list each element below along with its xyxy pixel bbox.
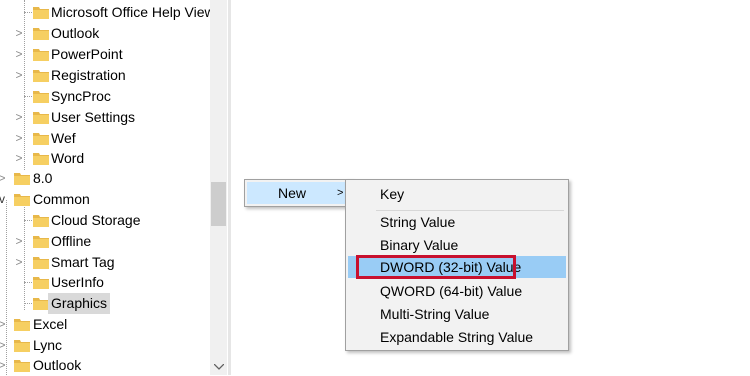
submenu-arrow-icon: > (337, 187, 344, 199)
tree-item-label: SyncProc (51, 88, 111, 104)
chevron-right-icon[interactable]: > (0, 168, 7, 189)
tree-guide-line (24, 200, 25, 310)
tree-item-label: Lync (33, 337, 63, 353)
folder-icon (33, 48, 49, 61)
menu-item-qword-value[interactable]: QWORD (64-bit) Value (348, 280, 566, 302)
chevron-right-icon[interactable]: > (0, 314, 7, 335)
menu-item-expandable-string-value[interactable]: Expandable String Value (348, 326, 566, 348)
menu-item-new[interactable]: New > (247, 182, 350, 204)
tree-item-label: Smart Tag (51, 254, 115, 270)
registry-tree: Microsoft Office Help View > Outlook > P… (0, 0, 210, 375)
folder-icon (14, 359, 30, 372)
menu-item-label: QWORD (64-bit) Value (380, 283, 523, 299)
tree-item-label: 8.0 (33, 170, 53, 186)
tree-guide-line (24, 0, 25, 170)
tree-item-label: Word (51, 150, 85, 166)
menu-item-label: Binary Value (380, 237, 459, 253)
menu-item-label: Key (380, 186, 405, 202)
tree-item-label: Excel (33, 316, 68, 332)
chevron-right-icon[interactable]: > (14, 231, 24, 252)
tree-item-label: User Settings (51, 109, 136, 125)
scroll-down-arrow-icon[interactable] (210, 358, 227, 375)
chevron-right-icon[interactable]: > (0, 335, 7, 356)
tree-scrollbar[interactable] (210, 0, 227, 375)
tree-item-label: UserInfo (51, 274, 104, 290)
folder-open-icon (14, 193, 30, 206)
menu-item-label: New (278, 185, 307, 201)
menu-item-string-value[interactable]: String Value (348, 211, 566, 233)
tree-item-label: Wef (51, 130, 76, 146)
tree-item-label: Offline (51, 233, 92, 249)
chevron-right-icon[interactable]: > (0, 355, 7, 375)
menu-item-binary-value[interactable]: Binary Value (348, 234, 566, 256)
folder-icon (14, 318, 30, 331)
tree-item-label: Outlook (51, 25, 100, 41)
tree-item-label: Cloud Storage (51, 212, 141, 228)
folder-icon (33, 256, 49, 269)
folder-icon (33, 69, 49, 82)
scrollbar-thumb[interactable] (211, 182, 226, 226)
chevron-right-icon[interactable]: > (14, 65, 24, 86)
tree-item-label: Microsoft Office Help View (51, 4, 210, 20)
menu-item-label: Expandable String Value (380, 329, 534, 345)
chevron-right-icon[interactable]: > (14, 44, 24, 65)
context-menu: New > (244, 179, 353, 207)
menu-item-key[interactable]: Key (348, 183, 566, 205)
folder-icon (33, 27, 49, 40)
tree-item-label: Common (33, 191, 90, 207)
chevron-right-icon[interactable]: > (14, 252, 24, 273)
chevron-right-icon[interactable]: > (14, 148, 24, 169)
chevron-right-icon[interactable]: > (14, 107, 24, 128)
tree-item-label: Graphics (48, 293, 111, 314)
folder-icon (33, 132, 49, 145)
folder-icon (33, 214, 49, 227)
folder-icon (33, 276, 49, 289)
folder-icon (33, 297, 49, 310)
menu-item-multi-string-value[interactable]: Multi-String Value (348, 303, 566, 325)
tree-item-label: PowerPoint (51, 46, 123, 62)
menu-item-label: Multi-String Value (380, 306, 490, 322)
folder-icon (33, 111, 49, 124)
menu-item-label: String Value (380, 214, 456, 230)
folder-icon (14, 339, 30, 352)
folder-icon (14, 172, 30, 185)
pane-splitter[interactable] (228, 0, 231, 375)
folder-icon (33, 90, 49, 103)
tree-item-label: Registration (51, 67, 126, 83)
annotation-highlight-box (356, 255, 516, 279)
folder-icon (33, 152, 49, 165)
chevron-right-icon[interactable]: > (14, 128, 24, 149)
folder-icon (33, 6, 49, 19)
chevron-down-icon[interactable]: v (0, 189, 7, 210)
folder-icon (33, 235, 49, 248)
chevron-right-icon[interactable]: > (14, 23, 24, 44)
tree-item-label: Outlook (33, 357, 82, 373)
